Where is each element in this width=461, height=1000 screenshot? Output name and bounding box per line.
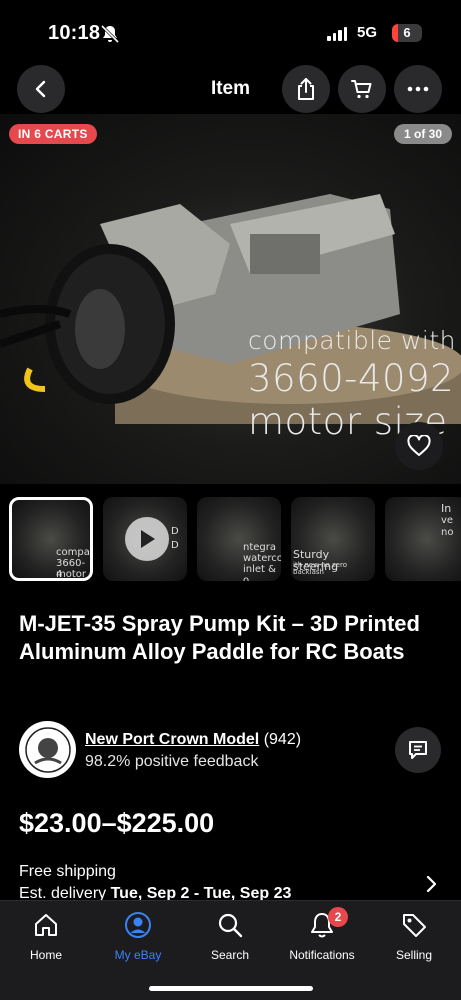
- seller-feedback-count: (942): [263, 731, 302, 748]
- watch-button[interactable]: [395, 422, 443, 470]
- tab-selling-label: Selling: [395, 948, 433, 962]
- home-indicator: [149, 986, 313, 991]
- tab-my-ebay-label: My eBay: [114, 948, 162, 962]
- item-price: $23.00–$225.00: [19, 808, 215, 838]
- thumbnail-caption: ntegra: [243, 542, 276, 553]
- thumbnail-caption: In: [441, 502, 452, 515]
- thumbnail-caption: compatible: [56, 547, 90, 558]
- tag-icon: [403, 914, 426, 937]
- thumbnail-2-video[interactable]: D D: [103, 497, 187, 581]
- thumbnail-caption: no: [441, 527, 454, 538]
- share-icon: [298, 78, 314, 100]
- tab-search-label: Search: [210, 948, 250, 962]
- cart-button[interactable]: [338, 65, 386, 113]
- thumbnail-caption: motor: [56, 569, 87, 580]
- thumbnail-strip[interactable]: compatible 3660-4 motor D D ntegra water…: [9, 497, 461, 585]
- page-title: Item: [210, 78, 251, 99]
- profile-icon: [125, 912, 151, 938]
- seller-name-link[interactable]: New Port Crown Model: [85, 731, 259, 748]
- seller-info: New Port Crown Model (942) 98.2% positiv…: [19, 721, 449, 779]
- heart-icon: [407, 435, 431, 456]
- network-label: 5G: [357, 24, 378, 41]
- home-icon: [35, 914, 57, 936]
- item-title: M-JET-35 Spray Pump Kit – 3D Printed Alu…: [19, 611, 420, 664]
- message-icon: [409, 741, 427, 759]
- shipping-cost: Free shipping: [19, 863, 116, 880]
- chevron-right-icon: [426, 875, 437, 893]
- thumbnail-caption: inlet & o: [243, 564, 276, 581]
- battery-level: 6: [403, 25, 411, 40]
- more-icon: [407, 86, 429, 92]
- thumbnail-caption: ve: [441, 515, 454, 526]
- tab-selling[interactable]: Selling: [368, 910, 460, 962]
- tab-notifications-label: Notifications: [289, 948, 355, 962]
- status-time: 10:18: [48, 22, 101, 44]
- product-image-gallery[interactable]: IN 6 CARTS 1 of 30 compatible with 3660-…: [0, 114, 461, 484]
- more-button[interactable]: [394, 65, 442, 113]
- thumbnail-caption: D: [171, 526, 179, 537]
- battery-icon: 6: [392, 24, 422, 42]
- tab-my-ebay[interactable]: My eBay: [92, 910, 184, 962]
- thumbnail-caption: D: [171, 540, 179, 551]
- bell-off-icon: [100, 24, 120, 44]
- thumbnail-5[interactable]: In ve no: [385, 497, 461, 581]
- play-icon: [125, 517, 169, 561]
- overlay-line-1: compatible with: [248, 326, 457, 355]
- thumbnail-3[interactable]: ntegra waterco inlet & o: [197, 497, 281, 581]
- status-bar: 10:18 5G 6: [0, 0, 461, 64]
- seller-logo-icon: [24, 726, 71, 773]
- tab-home[interactable]: Home: [0, 910, 92, 962]
- message-seller-button[interactable]: [395, 727, 441, 773]
- share-button[interactable]: [282, 65, 330, 113]
- tab-home-label: Home: [29, 948, 62, 962]
- thumbnail-caption: waterco: [243, 553, 281, 564]
- thumbnail-caption: ith new no zero backlash: [293, 561, 347, 577]
- seller-avatar[interactable]: [19, 721, 76, 778]
- shipping-info[interactable]: Free shipping Est. delivery Tue, Sep 2 -…: [19, 863, 449, 903]
- nav-bar: Item: [0, 64, 461, 114]
- seller-feedback: 98.2% positive feedback: [85, 753, 259, 770]
- in-carts-badge: IN 6 CARTS: [9, 124, 97, 144]
- bottom-tab-bar: Home My eBay Search 2 Notifications Sell…: [0, 900, 461, 1000]
- tab-notifications[interactable]: 2 Notifications: [276, 907, 368, 962]
- search-icon: [218, 913, 243, 938]
- cart-icon: [351, 80, 372, 99]
- thumbnail-4[interactable]: Sturdy steering ith new no zero backlash: [291, 497, 375, 581]
- thumbnail-1[interactable]: compatible 3660-4 motor: [9, 497, 93, 581]
- overlay-line-2: 3660-4092: [248, 357, 455, 400]
- notification-count-badge: 2: [328, 907, 348, 927]
- seller-name-line: New Port Crown Model (942): [85, 731, 301, 749]
- image-counter: 1 of 30: [393, 124, 452, 144]
- tab-search[interactable]: Search: [184, 910, 276, 962]
- signal-icon: [327, 27, 347, 41]
